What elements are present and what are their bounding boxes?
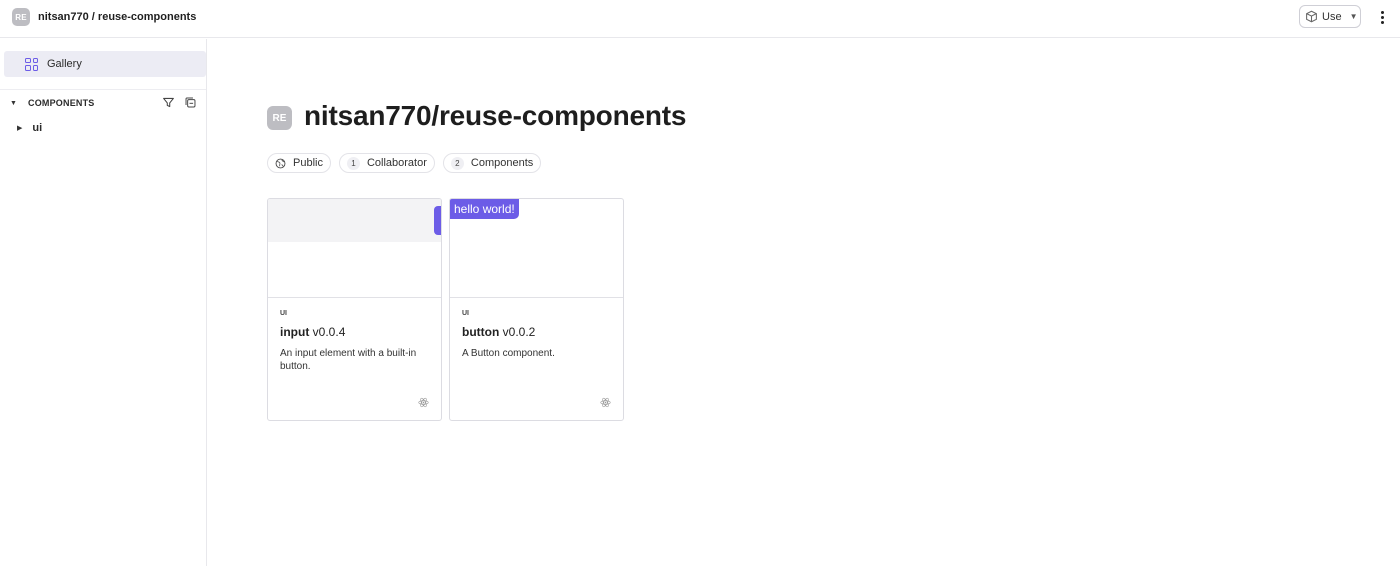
sidebar-divider (0, 89, 206, 90)
tree-item-label: ui (32, 122, 43, 134)
globe-icon (275, 158, 286, 168)
component-title: input v0.0.4 (280, 325, 429, 339)
use-label: Use (1322, 10, 1342, 23)
component-name: input (280, 325, 310, 339)
collaborators-label: Collaborator (366, 157, 427, 169)
react-icon (418, 397, 429, 408)
kebab-menu-icon[interactable] (1376, 7, 1388, 27)
use-button[interactable]: Use ▼ (1299, 5, 1361, 28)
breadcrumb-title[interactable]: nitsan770 / reuse-components (38, 11, 196, 23)
preview-input-field (268, 199, 441, 242)
components-count: 2 (450, 156, 464, 170)
component-version: v0.0.4 (312, 325, 346, 339)
visibility-label: Public (293, 157, 323, 169)
collaborators-badge[interactable]: 1 Collaborator (338, 153, 435, 173)
preview-input-button (434, 206, 441, 235)
react-icon (600, 397, 611, 408)
scope-stats: Public 1 Collaborator 2 Components (267, 153, 542, 173)
component-description: An input element with a built-in button. (280, 348, 417, 372)
scope-avatar[interactable]: RE (12, 8, 30, 26)
caret-right-icon[interactable]: ▶ (17, 124, 22, 132)
namespace-label: UI (462, 310, 469, 317)
filter-icon[interactable] (162, 96, 175, 109)
collaborators-count: 1 (346, 156, 360, 170)
components-label: Components (470, 157, 534, 169)
page-title: nitsan770/reuse-components (304, 100, 687, 131)
components-header-label: COMPONENTS (28, 98, 95, 108)
components-badge[interactable]: 2 Components (442, 153, 542, 173)
card-body: UI button v0.0.2 A Button component. (462, 310, 611, 360)
top-bar: RE nitsan770 / reuse-components Use ▼ (0, 0, 1400, 38)
visibility-badge: Public (267, 153, 331, 173)
tree-item-ui[interactable]: ▶ ui (17, 121, 42, 135)
cube-icon (1306, 10, 1317, 23)
components-section-header[interactable]: ▼ COMPONENTS (10, 96, 200, 110)
component-card-button[interactable]: hello world! UI button v0.0.2 A Button c… (449, 198, 624, 421)
sidebar-item-label: Gallery (47, 58, 82, 70)
component-preview (268, 199, 441, 298)
component-title: button v0.0.2 (462, 325, 611, 339)
collapse-all-icon[interactable] (184, 96, 197, 109)
component-description: A Button component. (462, 348, 555, 359)
grid-icon (25, 57, 38, 71)
component-preview: hello world! (450, 199, 623, 298)
preview-hello-button: hello world! (450, 199, 519, 219)
component-name: button (462, 325, 500, 339)
sidebar-item-gallery[interactable]: Gallery (4, 51, 206, 77)
scope-icon: RE (267, 106, 292, 130)
card-body: UI input v0.0.4 An input element with a … (280, 310, 429, 373)
namespace-label: UI (280, 310, 287, 317)
component-version: v0.0.2 (502, 325, 536, 339)
component-card-input[interactable]: UI input v0.0.4 An input element with a … (267, 198, 442, 421)
sidebar: Gallery ▼ COMPONENTS ▶ ui (0, 39, 207, 566)
chevron-down-icon: ▼ (1349, 12, 1358, 21)
caret-down-icon[interactable]: ▼ (10, 100, 28, 107)
